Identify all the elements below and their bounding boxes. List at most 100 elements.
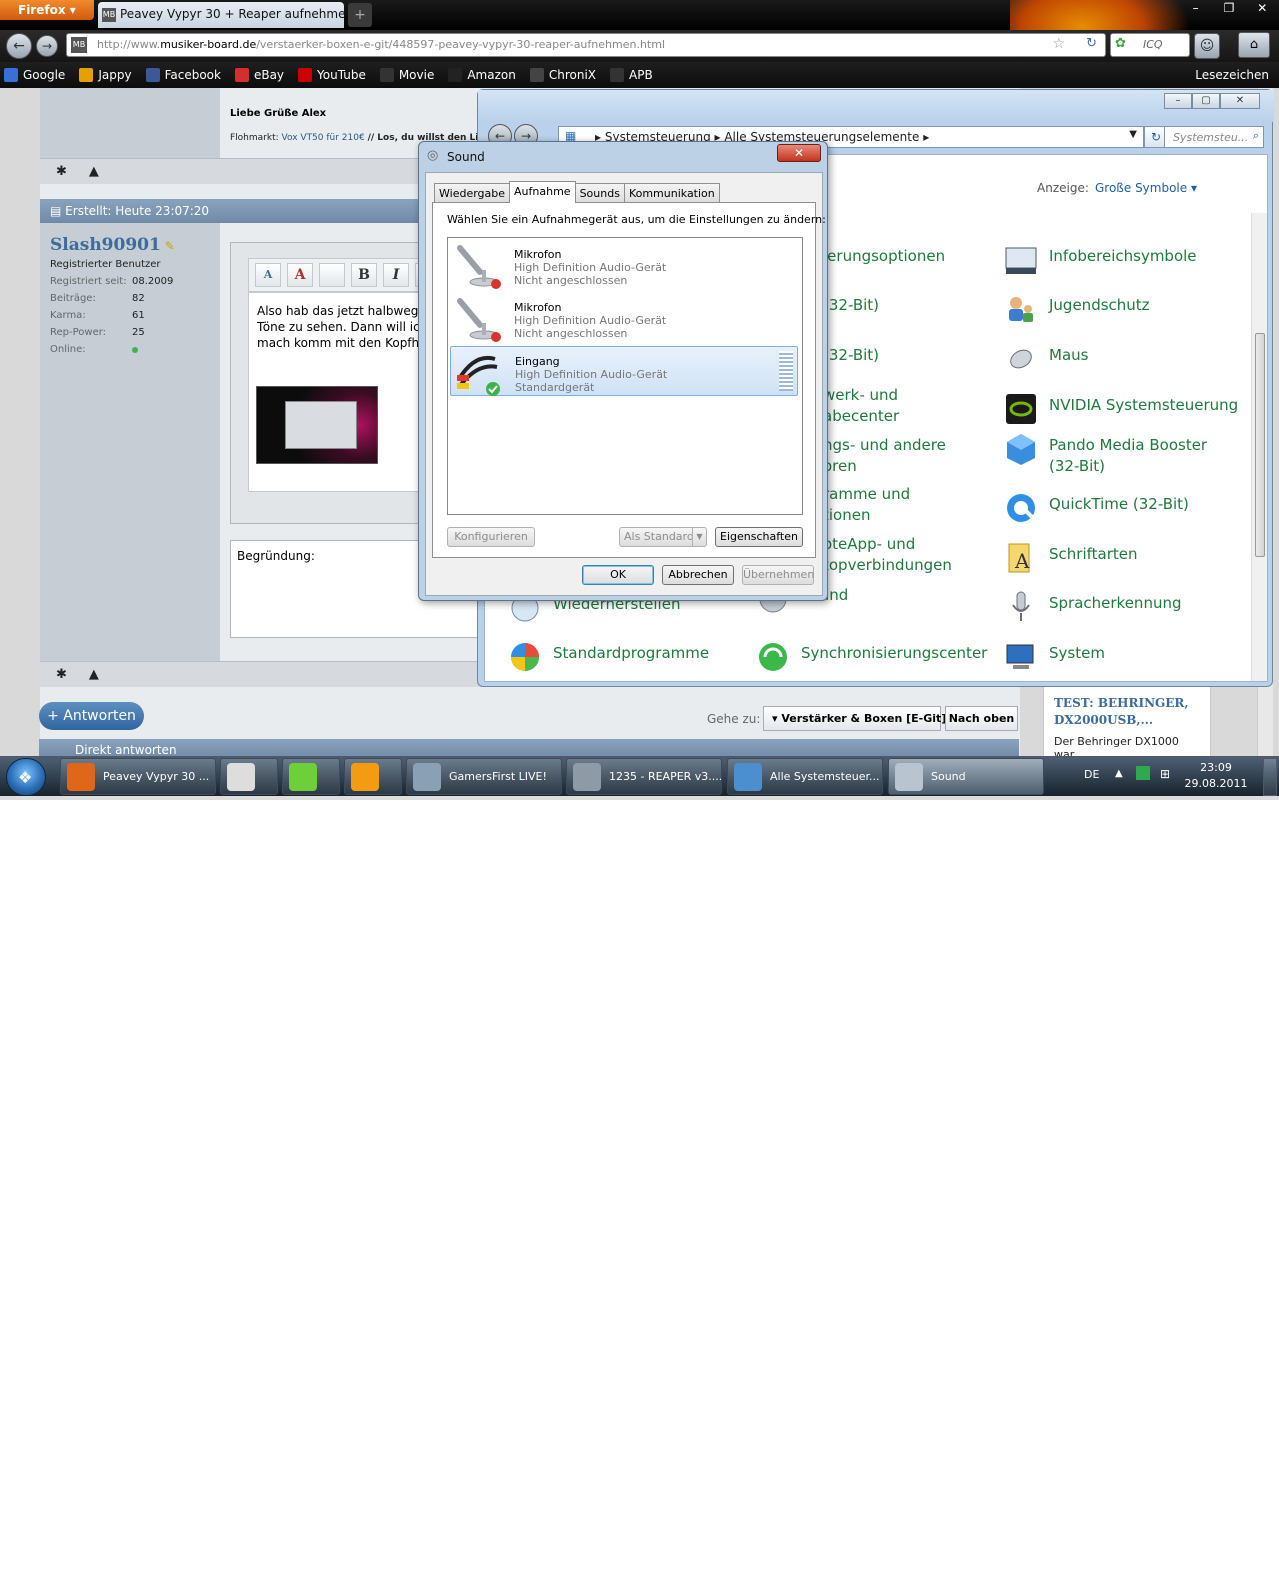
bookmark-amazon[interactable]: Amazon [448, 68, 516, 82]
sidebar-article[interactable]: TEST: BEHRINGER, DX2000USB,... Der Behri… [1043, 686, 1211, 761]
close-button[interactable]: ✕ [1246, 0, 1279, 18]
screenshot-thumbnail[interactable] [256, 386, 378, 464]
cp-scroll-thumb[interactable] [1255, 333, 1265, 557]
font-color-button[interactable]: A [287, 263, 313, 287]
cp-item-spracherkennung[interactable]: Spracherkennung [1003, 591, 1181, 625]
cp-item-jugendschutz[interactable]: Jugendschutz [1003, 295, 1150, 327]
signature-link[interactable]: Vox VT50 für 210€ [282, 133, 365, 143]
taskbar-item[interactable]: Alle Systemsteuer... [727, 758, 883, 795]
cp-item-schriftarten[interactable]: A Schriftarten [1003, 543, 1137, 576]
search-bar[interactable]: ✿ ICQ [1110, 33, 1190, 57]
addon-button[interactable]: ☺ [1194, 33, 1220, 59]
tray-app-icon[interactable] [1136, 766, 1150, 780]
bookmark-youtube[interactable]: YouTube [298, 68, 366, 82]
cp-scrollbar[interactable] [1251, 213, 1267, 681]
start-button[interactable]: ❖ [6, 758, 46, 796]
bookmarks-menu-button[interactable]: Lesezeichen [1195, 68, 1269, 82]
back-button[interactable]: ← [6, 33, 32, 59]
bookmark-apb[interactable]: APB [610, 68, 653, 82]
italic-button[interactable]: I [383, 263, 409, 287]
cp-item-synchronisierungscenter[interactable]: Synchronisierungscenter [755, 643, 987, 675]
reload-icon[interactable]: ↻ [1086, 36, 1097, 51]
cp-item-infobereichsymbole[interactable]: Infobereichsymbole [1003, 246, 1197, 278]
taskbar-item[interactable]: 1235 - REAPER v3.... [566, 758, 722, 795]
bookmark-chronix[interactable]: ChroniX [529, 68, 596, 82]
article-title[interactable]: TEST: BEHRINGER, DX2000USB,... [1054, 695, 1200, 729]
cancel-button[interactable]: Abbrechen [662, 565, 734, 585]
taskbar-item[interactable] [344, 758, 402, 795]
language-indicator[interactable]: DE [1084, 768, 1099, 781]
warning-icon[interactable]: ▲ [89, 667, 99, 682]
cp-item-partial[interactable]: ngs- und andere oren [823, 435, 946, 477]
ok-button[interactable]: OK [582, 565, 654, 585]
bookmark-star-icon[interactable]: ☆ [1052, 36, 1065, 52]
back-to-top-button[interactable]: Nach oben [945, 706, 1018, 731]
forward-button[interactable]: → [36, 35, 58, 57]
tab-aufnahme[interactable]: Aufnahme [509, 181, 576, 203]
home-button[interactable]: ⌂ [1238, 32, 1270, 58]
sound-close-button[interactable]: ✕ [777, 144, 821, 162]
post-date: Erstellt: Heute 23:07:20 [65, 204, 210, 218]
cp-item-system[interactable]: System [1003, 643, 1105, 675]
icq-search-engine-icon[interactable]: ✿ [1115, 36, 1126, 51]
cp-item-standardprogramme[interactable]: Standardprogramme [507, 643, 709, 675]
cp-close-button[interactable]: ✕ [1220, 93, 1260, 109]
warning-icon[interactable]: ▲ [89, 164, 99, 179]
cp-minimize-button[interactable]: – [1164, 93, 1192, 109]
cp-item-quicktime[interactable]: QuickTime (32-Bit) [1003, 494, 1189, 526]
view-mode-select[interactable]: Große Symbole ▾ [1095, 181, 1197, 195]
device-item-selected[interactable]: Eingang High Definition Audio-Gerät Stan… [450, 346, 798, 396]
cp-item-partial[interactable]: oteApp- und topverbindungen [823, 534, 952, 576]
recording-device-list[interactable]: Mikrofon High Definition Audio-Gerät Nic… [447, 237, 803, 515]
taskbar-item[interactable]: Peavey Vypyr 30 ... [60, 758, 216, 795]
tab-sounds[interactable]: Sounds [574, 183, 625, 203]
url-bar[interactable]: MB http://www.musiker-board.de/verstaerk… [66, 33, 1106, 57]
cp-item-maus[interactable]: Maus [1003, 345, 1088, 377]
taskbar-item[interactable] [220, 758, 278, 795]
tab-kommunikation[interactable]: Kommunikation [623, 183, 720, 203]
minimize-button[interactable]: – [1179, 0, 1212, 18]
apply-button[interactable]: Übernehmen [742, 565, 814, 585]
network-icon[interactable]: ⊞ [1160, 767, 1170, 781]
browser-tab[interactable]: MB Peavey Vypyr 30 + Reaper aufnehmen? [98, 2, 344, 28]
taskbar-item[interactable]: GamersFirst LIVE! [406, 758, 562, 795]
reply-button[interactable]: + Antworten [39, 702, 144, 730]
maximize-button[interactable]: ❐ [1212, 0, 1245, 18]
toolbar-spacer-button[interactable] [319, 263, 345, 287]
bookmark-ebay[interactable]: eBay [234, 68, 284, 82]
font-size-button[interactable]: A [255, 263, 281, 287]
bold-button[interactable]: B [351, 263, 377, 287]
chevron-down-icon[interactable]: ▼ [692, 528, 706, 546]
clock[interactable]: 23:09 29.08.2011 [1184, 760, 1248, 792]
taskbar-item[interactable] [282, 758, 340, 795]
tray-expand-icon[interactable]: ▲ [1115, 768, 1123, 779]
bookmark-facebook[interactable]: Facebook [145, 68, 221, 82]
set-default-button[interactable]: Als Standard ▼ [619, 527, 707, 547]
firefox-menu-button[interactable]: Firefox ▾ [0, 0, 94, 20]
star-icon[interactable]: ✱ [56, 667, 67, 682]
cp-maximize-button[interactable]: ▢ [1192, 93, 1220, 109]
cp-search-input[interactable]: Systemsteu... ⌕ [1164, 126, 1264, 148]
username[interactable]: Slash90901 [50, 235, 161, 255]
bookmark-google[interactable]: Google [4, 68, 65, 82]
device-item[interactable]: Mikrofon High Definition Audio-Gerät Nic… [450, 293, 798, 343]
bookmark-jappy[interactable]: Jappy [79, 68, 132, 82]
show-desktop-button[interactable] [1263, 758, 1277, 796]
configure-button[interactable]: Konfigurieren [447, 527, 535, 547]
cp-item-partial[interactable]: ramme und tionen [823, 484, 910, 526]
cp-item-nvidia[interactable]: NVIDIA Systemsteuerung [1003, 394, 1238, 427]
new-tab-button[interactable]: + [348, 3, 372, 27]
device-item[interactable]: Mikrofon High Definition Audio-Gerät Nic… [450, 240, 798, 290]
goto-select[interactable]: ▾ Verstärker & Boxen [E-Git] [763, 706, 946, 731]
star-icon[interactable]: ✱ [56, 164, 67, 179]
cp-item-pando[interactable]: Pando Media Booster (32-Bit) [1003, 434, 1207, 477]
chevron-down-icon[interactable]: ▼ [1129, 129, 1137, 140]
cp-item-partial[interactable]: werk- und abecenter [823, 385, 899, 427]
cp-item-partial[interactable]: (32-Bit) [823, 295, 879, 316]
properties-button[interactable]: Eigenschaften [715, 527, 803, 547]
taskbar-item[interactable]: Sound [888, 758, 1044, 795]
bookmark-movie[interactable]: Movie [379, 68, 434, 82]
cp-item-partial[interactable]: ierungsoptionen [823, 246, 945, 267]
tab-wiedergabe[interactable]: Wiedergabe [434, 183, 511, 203]
cp-item-partial[interactable]: (32-Bit) [823, 345, 879, 366]
